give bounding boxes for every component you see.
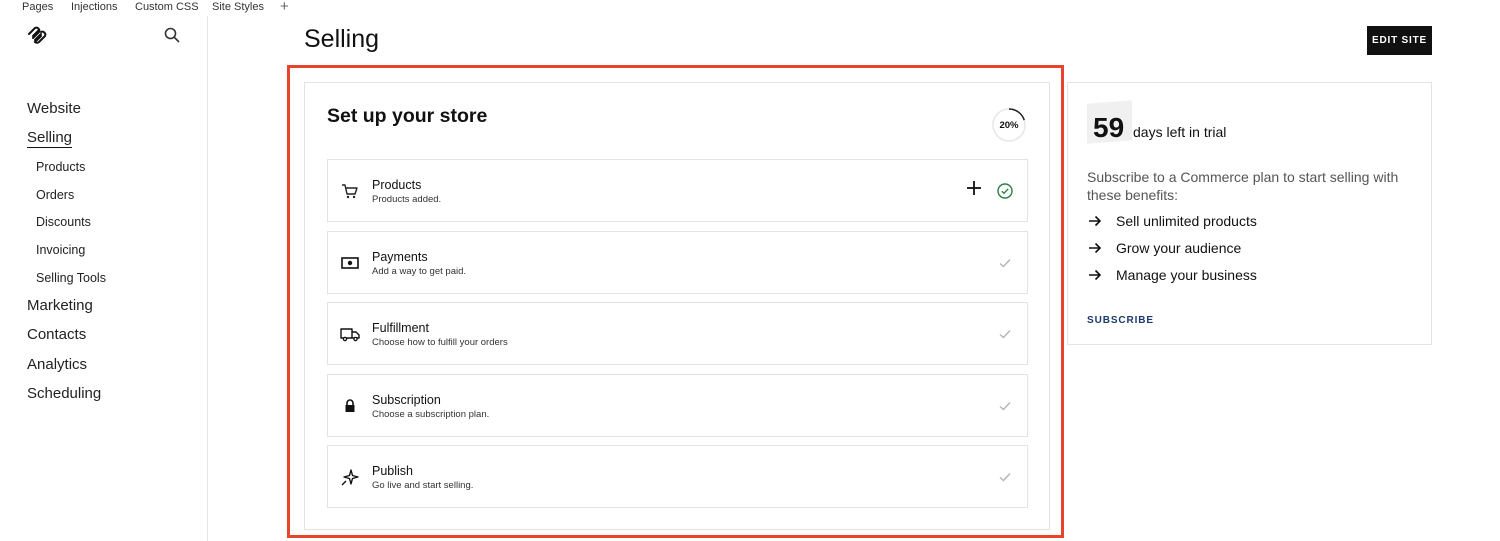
step-title: Products — [372, 178, 422, 192]
truck-icon — [340, 328, 360, 342]
trial-days-label: days left in trial — [1133, 124, 1227, 140]
step-title: Publish — [372, 464, 413, 478]
benefit-item: Grow your audience — [1087, 240, 1241, 256]
step-desc: Add a way to get paid. — [372, 266, 467, 277]
check-circle-icon — [997, 183, 1013, 199]
benefit-item: Sell unlimited products — [1087, 213, 1257, 229]
benefit-item: Manage your business — [1087, 267, 1257, 283]
sidebar-item-website[interactable]: Website — [27, 100, 81, 117]
step-desc: Products added. — [372, 194, 442, 205]
arrow-right-icon — [1089, 215, 1102, 227]
step-publish[interactable]: Publish Go live and start selling. — [327, 445, 1028, 508]
tab-site-styles[interactable]: Site Styles — [212, 1, 264, 13]
lock-icon — [345, 399, 355, 412]
cash-icon — [341, 257, 359, 269]
sidebar-subitem-discounts[interactable]: Discounts — [36, 215, 91, 229]
sidebar-item-scheduling[interactable]: Scheduling — [27, 385, 101, 402]
sidebar: Website Selling Products Orders Discount… — [0, 16, 208, 541]
page-title: Selling — [304, 25, 380, 53]
step-fulfillment[interactable]: Fulfillment Choose how to fulfill your o… — [327, 302, 1028, 365]
cart-icon — [342, 184, 358, 199]
sidebar-item-contacts[interactable]: Contacts — [27, 326, 86, 343]
arrow-right-icon — [1089, 242, 1102, 254]
check-icon — [999, 402, 1011, 411]
tab-injections[interactable]: Injections — [71, 1, 117, 13]
subscribe-link[interactable]: SUBSCRIBE — [1087, 315, 1154, 326]
sparkle-icon — [341, 469, 359, 486]
step-subscription[interactable]: Subscription Choose a subscription plan. — [327, 374, 1028, 437]
check-icon — [999, 259, 1011, 268]
trial-panel: 59 days left in trial Subscribe to a Com… — [1067, 82, 1432, 345]
add-tab-icon[interactable]: + — [280, 0, 289, 15]
add-product-icon[interactable] — [965, 179, 983, 197]
step-desc: Choose how to fulfill your orders — [372, 337, 508, 348]
trial-days-count: 59 — [1093, 112, 1125, 143]
step-title: Payments — [372, 250, 428, 264]
step-payments[interactable]: Payments Add a way to get paid. — [327, 231, 1028, 294]
sidebar-item-marketing[interactable]: Marketing — [27, 297, 93, 314]
arrow-right-icon — [1089, 269, 1102, 281]
step-products[interactable]: Products Products added. — [327, 159, 1028, 222]
progress-label: 20% — [999, 119, 1019, 131]
top-tab-bar: Pages Injections Custom CSS Site Styles … — [0, 0, 1500, 16]
step-desc: Choose a subscription plan. — [372, 409, 490, 420]
check-icon — [999, 330, 1011, 339]
sidebar-subitem-selling-tools[interactable]: Selling Tools — [36, 271, 106, 285]
trial-description: Subscribe to a Commerce plan to start se… — [1087, 169, 1399, 203]
sidebar-subitem-invoicing[interactable]: Invoicing — [36, 243, 85, 257]
sidebar-subitem-orders[interactable]: Orders — [36, 188, 74, 202]
step-desc: Go live and start selling. — [372, 480, 474, 491]
store-setup-panel: Set up your store 20% Products Products … — [304, 82, 1050, 530]
sidebar-subitem-products[interactable]: Products — [36, 160, 85, 174]
tab-custom-css[interactable]: Custom CSS — [135, 1, 199, 13]
edit-site-button[interactable]: EDIT SITE — [1367, 26, 1432, 55]
step-title: Fulfillment — [372, 321, 429, 335]
store-setup-title: Set up your store — [327, 105, 488, 127]
sidebar-item-selling[interactable]: Selling — [27, 129, 73, 148]
benefit-label: Manage your business — [1116, 267, 1257, 283]
benefit-label: Grow your audience — [1116, 240, 1242, 256]
step-title: Subscription — [372, 393, 441, 407]
tab-pages[interactable]: Pages — [22, 1, 53, 13]
benefit-label: Sell unlimited products — [1116, 213, 1257, 229]
search-icon[interactable] — [164, 27, 180, 43]
sidebar-item-analytics[interactable]: Analytics — [27, 356, 87, 373]
squarespace-logo-icon[interactable] — [26, 25, 48, 45]
check-icon — [999, 473, 1011, 482]
